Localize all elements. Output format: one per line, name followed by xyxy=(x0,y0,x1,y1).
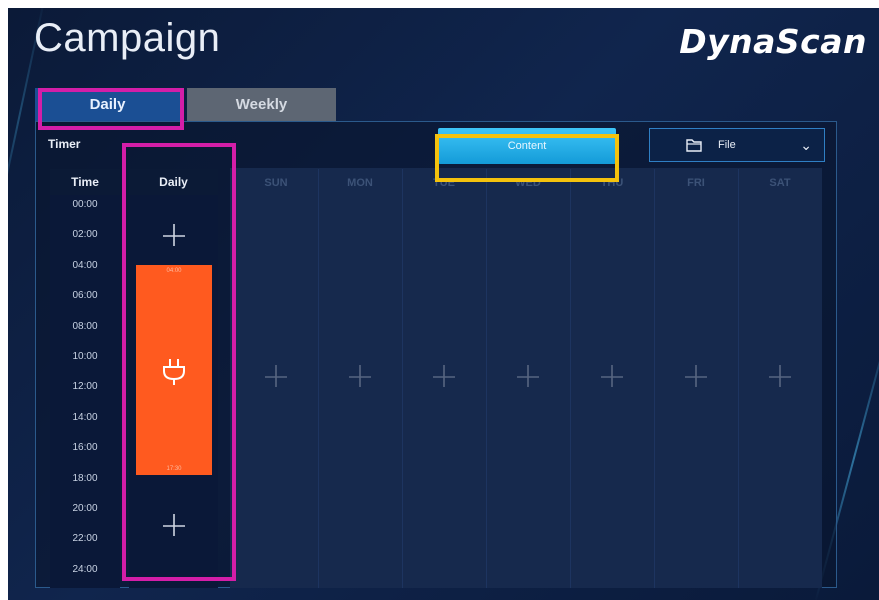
time-tick: 04:00 xyxy=(72,260,98,271)
time-tick: 12:00 xyxy=(72,381,98,392)
day-header-thu: THU xyxy=(600,177,624,189)
day-header-wed: WED xyxy=(515,177,541,189)
add-schedule-plus-icon[interactable] xyxy=(431,363,457,389)
file-label: File xyxy=(718,139,736,151)
day-header-fri: FRI xyxy=(687,177,705,189)
grid-divider xyxy=(738,169,739,588)
block-start-time: 04:00 xyxy=(166,268,182,274)
time-header: Time xyxy=(50,169,120,195)
timer-label: Timer xyxy=(48,137,81,151)
time-tick: 02:00 xyxy=(72,229,98,240)
time-tick: 20:00 xyxy=(72,503,98,514)
grid-divider xyxy=(570,169,571,588)
day-header-mon: MON xyxy=(347,177,373,189)
add-schedule-plus-icon[interactable] xyxy=(161,512,187,538)
time-tick: 24:00 xyxy=(72,564,98,575)
time-tick: 18:00 xyxy=(72,473,98,484)
grid-divider xyxy=(486,169,487,588)
time-tick: 10:00 xyxy=(72,351,98,362)
grid-divider xyxy=(654,169,655,588)
page-title: Campaign xyxy=(34,16,221,60)
day-header-sun: SUN xyxy=(264,177,288,189)
add-schedule-plus-icon[interactable] xyxy=(767,363,793,389)
time-tick: 08:00 xyxy=(72,321,98,332)
add-schedule-plus-icon[interactable] xyxy=(683,363,709,389)
time-tick: 16:00 xyxy=(72,442,98,453)
grid-divider xyxy=(402,169,403,588)
plug-icon xyxy=(163,359,185,385)
time-tick: 06:00 xyxy=(72,290,98,301)
daily-header: Daily xyxy=(129,169,218,195)
add-schedule-plus-icon[interactable] xyxy=(161,222,187,248)
time-tick: 00:00 xyxy=(72,199,98,210)
file-dropdown[interactable]: File ⌄ xyxy=(649,128,825,162)
time-tick: 14:00 xyxy=(72,412,98,423)
tab-weekly[interactable]: Weekly xyxy=(187,88,336,121)
grid-divider xyxy=(318,169,319,588)
chevron-down-icon: ⌄ xyxy=(800,136,812,153)
block-end-time: 17:30 xyxy=(166,466,182,472)
time-tick: 22:00 xyxy=(72,533,98,544)
content-button[interactable]: Content xyxy=(438,128,616,164)
tab-daily[interactable]: Daily xyxy=(35,88,180,121)
folder-icon xyxy=(686,139,702,152)
add-schedule-plus-icon[interactable] xyxy=(515,363,541,389)
brand-logo: DynaScan xyxy=(679,22,867,61)
add-schedule-plus-icon[interactable] xyxy=(599,363,625,389)
add-schedule-plus-icon[interactable] xyxy=(263,363,289,389)
day-header-tue: TUE xyxy=(433,177,455,189)
add-schedule-plus-icon[interactable] xyxy=(347,363,373,389)
day-header-sat: SAT xyxy=(769,177,791,189)
